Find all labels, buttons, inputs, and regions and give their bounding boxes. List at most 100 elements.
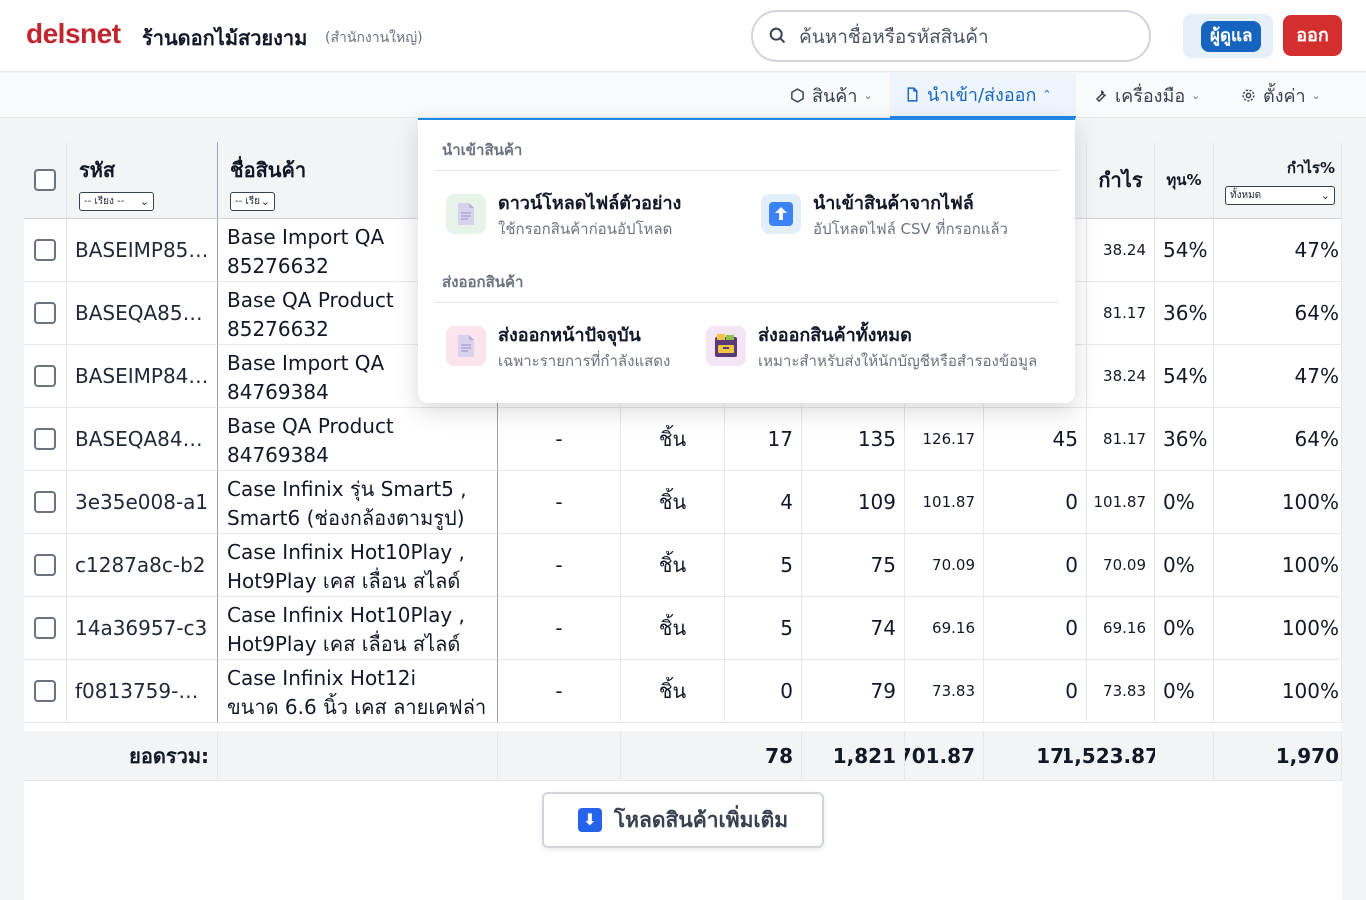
row-code[interactable]: f0813759-0d4 (67, 660, 218, 723)
row-checkbox[interactable] (34, 239, 56, 261)
row-unit-col: - (498, 471, 621, 534)
row-cost: 73.83 (905, 660, 984, 723)
row-code[interactable]: BASEQA85276632 (67, 282, 218, 345)
row-unit-text: ชิ้น (658, 427, 687, 451)
row-code[interactable]: c1287a8c-b2 (67, 534, 218, 597)
row-profit-pct: 47% (1214, 219, 1342, 282)
row-name[interactable]: Case Infinix Hot10Play , Hot9Play เคส เลื… (218, 534, 498, 597)
row-code[interactable]: BASEIMP84769384 (67, 345, 218, 408)
export-current-item[interactable]: ส่งออกหน้าปัจจุบัน เฉพาะรายการที่กำลังแส… (446, 322, 670, 372)
row-checkbox[interactable] (34, 617, 56, 639)
brand-logo[interactable]: delsnet (26, 18, 121, 50)
row-profit-pct-text: 64% (1294, 427, 1339, 451)
row-cost-text: 69.16 (932, 619, 975, 637)
row-name-line1: Case Infinix Hot10Play , (227, 540, 465, 564)
nav-settings[interactable]: ตั้งค่า ⌄ (1226, 73, 1335, 118)
row-cost-pct: 36% (1155, 282, 1214, 345)
header-code[interactable]: รหัส -- เรียง -- ⌄ (67, 142, 218, 219)
row-profit: 81.17 (1087, 282, 1155, 345)
row-code-text: BASEIMP85276632 (75, 238, 209, 262)
header-name-label: ชื่อสินค้า (230, 158, 307, 182)
import-file-title: นำเข้าสินค้าจากไฟล์ (813, 193, 974, 214)
row-name[interactable]: Case Infinix Hot12i ขนาด 6.6 นิ้ว เคส ลาย… (218, 660, 498, 723)
name-sort-select[interactable]: -- เรีย ⌄ (230, 192, 275, 211)
total-cost-text: 1,701.87 (905, 743, 975, 768)
header-code-label: รหัส (79, 158, 116, 182)
row-profit-text: 73.83 (1103, 682, 1146, 700)
total-col8: 1,523.87 (1064, 731, 1168, 781)
row-unit-col-text: - (555, 490, 563, 514)
row-name[interactable]: Case Infinix รุ่น Smart5 , Smart6 (ช่องกล… (218, 471, 498, 534)
row-qty-text: 4 (780, 490, 793, 514)
row-name-line2: Smart6 (ช่องกล้องตามรูป) (227, 506, 465, 530)
nav-products[interactable]: สินค้า ⌄ (775, 73, 887, 118)
chevron-down-icon: ⌄ (1320, 189, 1330, 202)
total-profit-pct: 1,970 (1214, 731, 1342, 781)
row-col7-text: 0 (1065, 553, 1078, 577)
chevron-down-icon: ⌄ (139, 195, 149, 208)
search-input[interactable] (799, 23, 1139, 51)
export-all-item[interactable]: ส่งออกสินค้าทั้งหมด เหมาะสำหรับส่งให้นัก… (706, 322, 1037, 372)
nav-import-export[interactable]: นำเข้า/ส่งออก ⌃ (890, 73, 1076, 118)
export-section-heading: ส่งออกสินค้า (442, 273, 524, 291)
row-code-text: 3e35e008-a1 (75, 490, 209, 514)
row-col7: 0 (984, 660, 1087, 723)
row-name[interactable]: Base QA Product 84769384 (218, 408, 498, 471)
file-icon (907, 87, 918, 102)
row-unit: ชิ้น (621, 408, 725, 471)
row-checkbox[interactable] (34, 428, 56, 450)
row-checkbox[interactable] (34, 302, 56, 324)
row-profit-pct: 47% (1214, 345, 1342, 408)
row-profit: 38.24 (1087, 219, 1155, 282)
download-template-item[interactable]: ดาวน์โหลดไฟล์ตัวอย่าง ใช้กรอกสินค้าก่อนอ… (446, 190, 681, 240)
header-cost-pct[interactable]: ทุน% (1155, 142, 1214, 219)
row-qty-text: 0 (780, 679, 793, 703)
row-unit-text: ชิ้น (658, 553, 687, 577)
row-profit-pct-text: 47% (1294, 238, 1339, 262)
row-checkbox[interactable] (34, 554, 56, 576)
import-file-item[interactable]: นำเข้าสินค้าจากไฟล์ อัปโหลดไฟล์ CSV ที่ก… (761, 190, 1008, 240)
row-select-cell (24, 471, 67, 534)
row-code[interactable]: BASEIMP85276632 (67, 219, 218, 282)
row-profit: 73.83 (1087, 660, 1155, 723)
total-cell (1155, 731, 1214, 781)
profit-pct-filter-select[interactable]: ทั้งหมด ⌄ (1225, 186, 1335, 205)
chevron-down-icon: ⌄ (1191, 89, 1201, 102)
divider (434, 170, 1059, 171)
row-profit: 101.87 (1087, 471, 1155, 534)
nav-tools[interactable]: เครื่องมือ ⌄ (1078, 73, 1214, 118)
row-checkbox[interactable] (34, 365, 56, 387)
row-cost-text: 101.87 (922, 493, 976, 511)
row-cost: 70.09 (905, 534, 984, 597)
code-sort-select[interactable]: -- เรียง -- ⌄ (79, 192, 154, 211)
row-price: 79 (802, 660, 905, 723)
load-more-button[interactable]: ⬇ โหลดสินค้าเพิ่มเติม (542, 792, 824, 848)
row-cost-pct: 36% (1155, 408, 1214, 471)
total-label: ยอดรวม: (129, 743, 209, 768)
search-box[interactable] (751, 10, 1151, 62)
row-name[interactable]: Case Infinix Hot10Play , Hot9Play เคส เลื… (218, 597, 498, 660)
row-code[interactable]: 14a36957-c3 (67, 597, 218, 660)
header-profit-pct-label: กำไร% (1286, 159, 1335, 177)
row-code[interactable]: 3e35e008-a1 (67, 471, 218, 534)
row-select-cell (24, 660, 67, 723)
row-code[interactable]: BASEQA84769384 (67, 408, 218, 471)
admin-button[interactable]: ผู้ดูแล (1201, 21, 1262, 52)
row-checkbox[interactable] (34, 680, 56, 702)
row-profit-pct-text: 100% (1281, 490, 1339, 514)
row-profit-pct-text: 47% (1294, 364, 1339, 388)
row-price: 135 (802, 408, 905, 471)
shop-branch: (สำนักงานใหญ่) (325, 30, 423, 46)
nav-products-label: สินค้า (812, 86, 858, 107)
row-unit-col-text: - (555, 679, 563, 703)
row-cost: 126.17 (905, 408, 984, 471)
header-profit[interactable]: กำไร (1087, 142, 1155, 219)
row-profit-pct: 100% (1214, 597, 1342, 660)
row-price-text: 75 (870, 553, 896, 577)
header-profit-pct[interactable]: กำไร% ทั้งหมด ⌄ (1214, 142, 1342, 219)
row-checkbox[interactable] (34, 491, 56, 513)
search-icon (769, 27, 786, 44)
logout-button[interactable]: ออก (1283, 15, 1342, 56)
select-all-checkbox[interactable] (34, 169, 56, 191)
row-cost-pct: 0% (1155, 597, 1214, 660)
